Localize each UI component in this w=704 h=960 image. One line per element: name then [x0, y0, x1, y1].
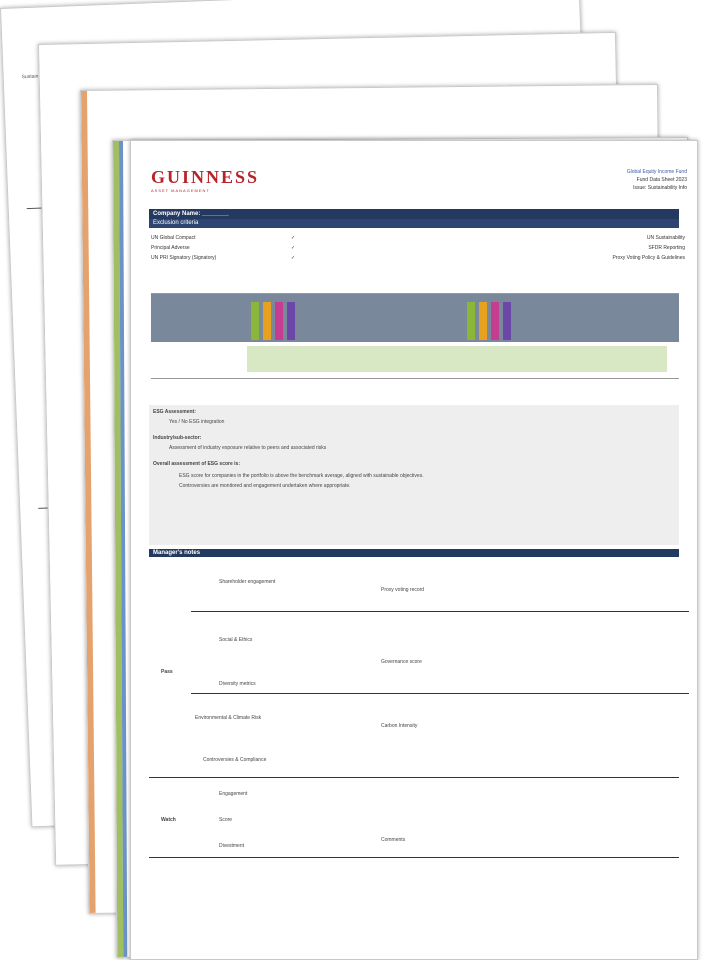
col-ethics — [287, 302, 295, 340]
col-social — [263, 302, 271, 340]
overall-line-1: ESG score for companies in the portfolio… — [179, 473, 424, 479]
esg-assessment-section: ESG Assessment: Yes / No ESG integration… — [149, 405, 679, 545]
fund-table-rule — [151, 378, 679, 379]
fund-table-header — [151, 294, 679, 342]
row-2-item-1: Social & Ethics — [219, 637, 253, 643]
row-1-item-2: Proxy voting record — [381, 587, 425, 593]
front-page: GUINNESS ASSET MANAGEMENT Global Equity … — [130, 140, 698, 960]
overall-line-2: Controversies are monitored and engageme… — [179, 483, 351, 489]
mini-section: Manager's notes — [149, 549, 679, 557]
row-rule-2 — [191, 693, 689, 694]
row-6-item-1: Engagement — [219, 791, 248, 797]
fund-table-body — [247, 346, 667, 372]
row-2-item-2: Governance score — [381, 659, 422, 665]
row-4-item-2: Carbon Intensity — [381, 723, 418, 729]
esg-assessment-label: ESG Assessment: — [153, 409, 196, 415]
field-tick-1: ✓ — [291, 235, 296, 241]
field-label-1: UN Global Compact — [151, 235, 196, 241]
section-sub: Exclusion criteria — [149, 219, 679, 228]
row-rule-4 — [149, 857, 679, 858]
row-3-item-1: Diversity metrics — [219, 681, 256, 687]
row-6-item-2: Score — [219, 817, 233, 823]
field-label-2: Principal Adverse — [151, 245, 190, 251]
row-4-item-1: Environmental & Climate Risk — [195, 715, 262, 721]
field-tick-3: ✓ — [291, 255, 296, 261]
esg-assessment-line: Yes / No ESG integration — [169, 419, 225, 425]
fund-table — [151, 293, 679, 386]
row-watch-label: Watch — [161, 817, 176, 823]
row-rule-3 — [149, 777, 679, 778]
row-pass-label: Pass — [161, 669, 173, 675]
col-gov-2 — [491, 302, 499, 340]
col-gov — [275, 302, 283, 340]
col-ethics-2 — [503, 302, 511, 340]
right-header-2: Fund Data Sheet 2023 — [636, 177, 687, 183]
right-header-1: Global Equity Income Fund — [626, 169, 687, 175]
field-right-2: SFDR Reporting — [648, 245, 685, 251]
field-right-3: Proxy Voting Policy & Guidelines — [612, 255, 685, 261]
row-1-item-1: Shareholder engagement — [219, 579, 276, 585]
industry-label: Industry/sub-sector: — [153, 435, 202, 441]
company-logo: GUINNESS ASSET MANAGEMENT — [151, 167, 260, 193]
row-6-item-3: Divestment — [219, 843, 245, 849]
field-right-1: UN Sustainability — [646, 235, 685, 241]
overall-label: Overall assessment of ESG score is: — [153, 461, 240, 467]
row-rule-1 — [191, 611, 689, 612]
industry-line: Assessment of industry exposure relative… — [169, 445, 327, 451]
col-env — [251, 302, 259, 340]
field-tick-2: ✓ — [291, 245, 296, 251]
section-title: Company Name: ________ — [149, 209, 679, 219]
row-6-item-4: Comments — [381, 837, 406, 843]
col-env-2 — [467, 302, 475, 340]
row-5-item-1: Controversies & Compliance — [203, 757, 267, 763]
right-header-3: Issue: Sustainability Info — [633, 185, 687, 191]
col-social-2 — [479, 302, 487, 340]
field-label-3: UN PRI Signatory (Signatory) — [151, 255, 217, 261]
